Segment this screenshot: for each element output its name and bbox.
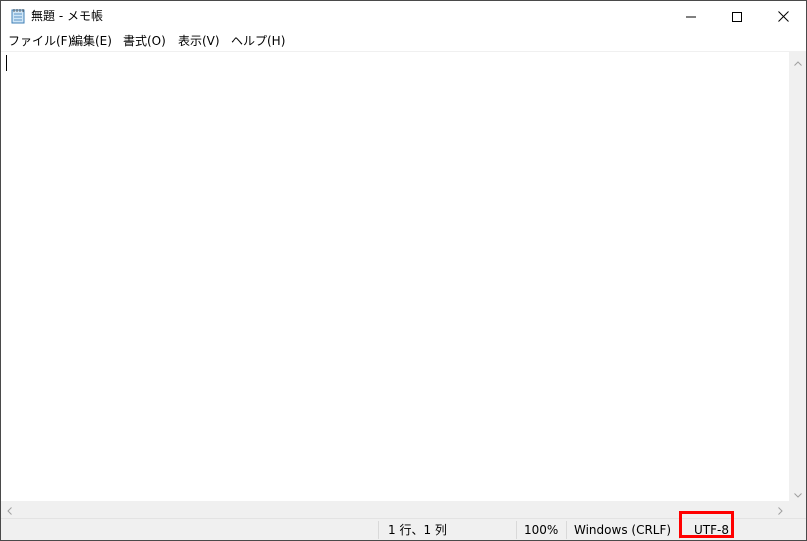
- scroll-right-button[interactable]: [772, 501, 789, 518]
- chevron-up-icon: [793, 51, 802, 70]
- scroll-up-button[interactable]: [789, 52, 806, 69]
- minimize-button[interactable]: [668, 1, 714, 32]
- close-button[interactable]: [760, 1, 806, 32]
- maximize-button[interactable]: [714, 1, 760, 32]
- notepad-icon: [11, 8, 25, 24]
- menu-format[interactable]: 書式(O): [123, 33, 166, 50]
- close-icon: [777, 7, 789, 26]
- cursor-position: 1 行、1 列: [388, 523, 447, 537]
- chevron-right-icon: [778, 500, 783, 519]
- vertical-scrollbar[interactable]: [789, 52, 806, 501]
- scroll-left-button[interactable]: [1, 501, 18, 518]
- horizontal-scrollbar[interactable]: [1, 501, 789, 518]
- encoding-highlight-box: [679, 511, 734, 538]
- maximize-icon: [732, 7, 742, 26]
- menu-file[interactable]: ファイル(F): [8, 33, 72, 50]
- text-caret: [6, 55, 7, 71]
- chevron-left-icon: [7, 500, 12, 519]
- status-divider: [566, 521, 567, 539]
- notepad-window: 無題 - メモ帳 ファイル(F) 編集(E) 書式(O) 表示(V) ヘルプ(H…: [0, 0, 807, 541]
- menu-bar: ファイル(F) 編集(E) 書式(O) 表示(V) ヘルプ(H): [1, 32, 806, 52]
- chevron-down-icon: [793, 483, 802, 502]
- text-editor-area[interactable]: [1, 52, 789, 501]
- minimize-icon: [686, 7, 696, 26]
- menu-edit[interactable]: 編集(E): [71, 33, 112, 50]
- scroll-down-button[interactable]: [789, 484, 806, 501]
- status-divider: [516, 521, 517, 539]
- title-bar[interactable]: 無題 - メモ帳: [1, 1, 806, 32]
- window-title: 無題 - メモ帳: [31, 9, 103, 23]
- scrollbar-corner: [789, 501, 806, 518]
- menu-help[interactable]: ヘルプ(H): [231, 33, 285, 50]
- zoom-level: 100%: [524, 523, 559, 537]
- status-divider: [378, 521, 379, 539]
- menu-view[interactable]: 表示(V): [178, 33, 220, 50]
- line-ending: Windows (CRLF): [574, 523, 672, 537]
